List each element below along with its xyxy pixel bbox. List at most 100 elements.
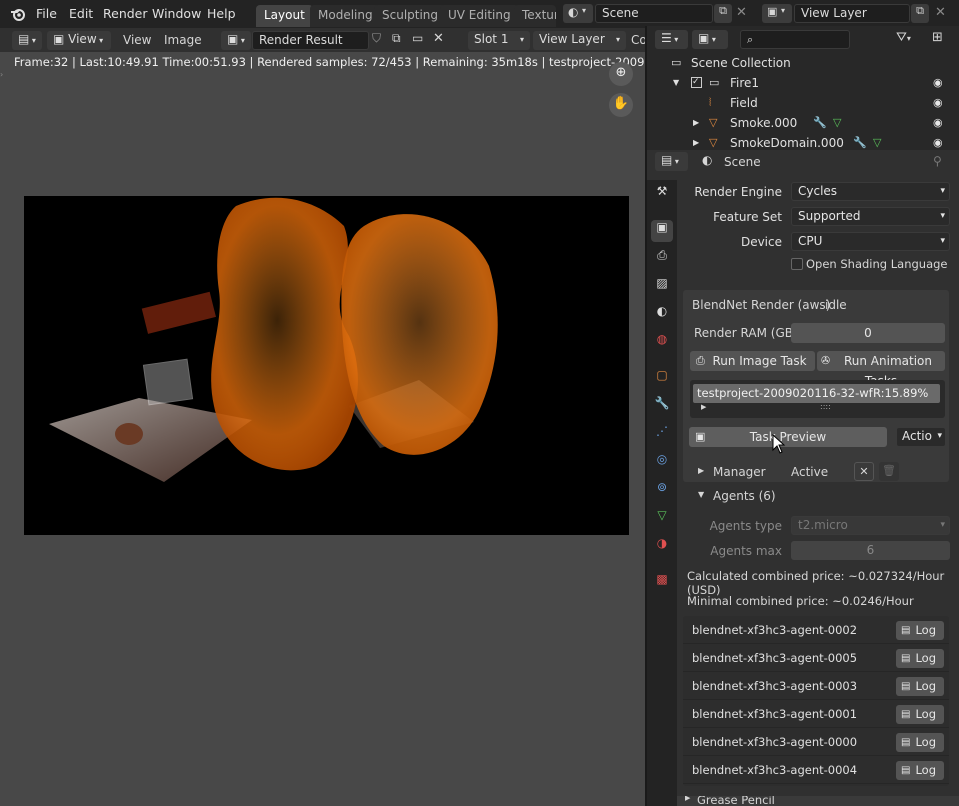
close-icon[interactable]: ✕ <box>854 462 874 481</box>
view-layer-tab-icon[interactable]: ▨ <box>651 276 673 298</box>
hand-pan-icon[interactable]: ✋ <box>609 93 633 117</box>
eye-icon[interactable]: ◉ <box>933 133 943 149</box>
render-tab-icon[interactable]: ▣ <box>651 220 673 242</box>
blender-logo-icon[interactable] <box>10 6 26 22</box>
grease-pencil-panel-header[interactable]: ▶ Grease Pencil <box>677 796 959 806</box>
menu-file[interactable]: File <box>36 6 57 21</box>
chevron-right-icon[interactable]: ▶ <box>701 403 706 411</box>
tab-layout[interactable]: Layout <box>256 5 313 27</box>
outliner-row-fire1[interactable]: ▼ ✓ ▭ Fire1 ◉ <box>647 73 959 93</box>
display-mode-dropdown[interactable]: ▣ ▾ <box>692 30 728 49</box>
slot-dropdown[interactable]: Slot 1 ▾ <box>468 31 530 50</box>
tab-modeling[interactable]: Modeling <box>310 5 381 27</box>
log-button[interactable]: ▤ Log <box>896 677 944 696</box>
log-button[interactable]: ▤ Log <box>896 649 944 668</box>
modifier-tab-icon[interactable]: 🔧 <box>651 396 673 418</box>
eye-icon[interactable]: ◉ <box>933 93 943 113</box>
outliner-row-scene-collection[interactable]: ▭ Scene Collection <box>647 53 959 73</box>
folder-icon[interactable]: ▭ <box>412 31 423 45</box>
checkbox-icon[interactable]: ✓ <box>691 77 702 88</box>
chevron-right-icon[interactable]: ▶ <box>698 466 704 475</box>
shield-icon[interactable]: ⛉ <box>372 31 388 46</box>
osl-checkbox[interactable] <box>791 258 803 270</box>
scene-tab-icon[interactable]: ◐ <box>651 304 673 326</box>
run-image-task-button[interactable]: ⎙ Run Image Task <box>690 351 815 371</box>
copy-icon[interactable]: ⧉ <box>714 4 732 23</box>
agents-max-field[interactable]: 6 <box>791 541 950 560</box>
material-tab-icon[interactable]: ◑ <box>651 536 673 558</box>
trash-icon[interactable]: 🗑 <box>879 462 899 481</box>
toolbar-expand-icon[interactable]: › <box>0 70 3 79</box>
tool-tab-icon[interactable]: ⚒ <box>651 184 673 206</box>
close-icon[interactable]: ✕ <box>736 5 747 20</box>
texture-tab-icon[interactable]: ▩ <box>651 572 673 594</box>
mesh-data-icon: ▽ <box>833 116 842 129</box>
outliner-search-input[interactable]: ⌕ <box>740 30 850 49</box>
properties-editor-type-dropdown[interactable]: ▤ ▾ <box>655 152 688 171</box>
log-button[interactable]: ▤ Log <box>896 761 944 780</box>
tab-sculpting[interactable]: Sculpting <box>374 5 447 27</box>
filter-icon[interactable]: ⛛▾ <box>896 30 911 45</box>
view-layer-name-field[interactable]: View Layer <box>794 4 910 23</box>
scene-name-field[interactable]: Scene <box>595 4 713 23</box>
resize-handle[interactable]: :::: <box>820 402 831 411</box>
tab-uv-editing[interactable]: UV Editing <box>440 5 519 27</box>
outliner-editor-type-dropdown[interactable]: ☰ ▾ <box>655 30 688 49</box>
feature-set-dropdown[interactable]: Supported ▾ <box>791 207 950 226</box>
list-item[interactable]: blendnet-xf3hc3-agent-0002 ▤ Log <box>683 617 949 644</box>
copy-icon[interactable]: ⧉ <box>392 31 401 46</box>
render-engine-dropdown[interactable]: Cycles ▾ <box>791 182 950 201</box>
object-tab-icon[interactable]: ▢ <box>651 368 673 390</box>
device-dropdown[interactable]: CPU ▾ <box>791 232 950 251</box>
render-ram-field[interactable]: 0 <box>791 323 945 343</box>
task-list-item[interactable]: testproject-2009020116-32-wf R:15.89% <box>693 384 940 403</box>
editor-type-dropdown[interactable]: ▤ ▾ <box>12 31 42 50</box>
close-icon[interactable]: ✕ <box>935 5 946 20</box>
list-item[interactable]: blendnet-xf3hc3-agent-0000 ▤ Log <box>683 729 949 756</box>
outliner-row-smokedomain[interactable]: ▶ ▽ SmokeDomain.000 🔧 ▽ ◉ <box>647 133 959 149</box>
properties-header <box>647 150 959 174</box>
list-item[interactable]: blendnet-xf3hc3-agent-0005 ▤ Log <box>683 645 949 672</box>
pin-icon[interactable]: ⚲ <box>933 154 942 168</box>
list-item[interactable]: blendnet-xf3hc3-agent-0001 ▤ Log <box>683 701 949 728</box>
menu-image[interactable]: Image <box>164 33 202 47</box>
menu-render[interactable]: Render <box>103 6 148 21</box>
run-animation-tasks-button[interactable]: ✇Run Animation Tasks <box>817 351 945 388</box>
image-name-field[interactable]: Render Result <box>252 31 369 50</box>
zoom-icon[interactable]: ⊕ <box>609 62 633 86</box>
constraints-tab-icon[interactable]: ⊚ <box>651 480 673 502</box>
menu-view[interactable]: View <box>123 33 151 47</box>
outliner-row-smoke[interactable]: ▶ ▽ Smoke.000 🔧 ▽ ◉ <box>647 113 959 133</box>
new-collection-icon[interactable]: ⊞ <box>932 30 943 45</box>
view-mode-dropdown[interactable]: ▣ View ▾ <box>47 31 111 50</box>
render-layer-dropdown[interactable]: View Layer ▾ <box>533 31 626 50</box>
physics-tab-icon[interactable]: ◎ <box>651 452 673 474</box>
action-dropdown[interactable]: Actio ▾ <box>896 427 946 447</box>
close-icon[interactable]: ✕ <box>433 31 444 46</box>
task-preview-button[interactable]: ▣ Task Preview <box>689 427 887 447</box>
world-tab-icon[interactable]: ◍ <box>651 332 673 354</box>
menu-help[interactable]: Help <box>207 6 236 21</box>
eye-icon[interactable]: ◉ <box>933 113 943 133</box>
force-field-icon: ⦚ <box>709 96 712 109</box>
tab-texture-paint[interactable]: Texturi <box>514 5 556 27</box>
copy-icon[interactable]: ⧉ <box>911 4 929 23</box>
view-layer-browse-button[interactable]: ▣ ▾ <box>762 4 792 23</box>
data-tab-icon[interactable]: ▽ <box>651 508 673 530</box>
scene-browse-button[interactable]: ◐ ▾ <box>563 4 593 23</box>
eye-icon[interactable]: ◉ <box>933 73 943 93</box>
log-button[interactable]: ▤ Log <box>896 733 944 752</box>
particles-tab-icon[interactable]: ⋰ <box>651 424 673 446</box>
pass-dropdown[interactable]: Co <box>631 33 645 47</box>
list-item[interactable]: blendnet-xf3hc3-agent-0004 ▤ Log <box>683 757 949 784</box>
image-browse-button[interactable]: ▣ ▾ <box>221 31 251 50</box>
list-item[interactable]: blendnet-xf3hc3-agent-0003 ▤ Log <box>683 673 949 700</box>
output-tab-icon[interactable]: ⎙ <box>651 248 673 270</box>
outliner-row-field[interactable]: ⦚ Field ◉ <box>647 93 959 113</box>
menu-window[interactable]: Window <box>152 6 201 21</box>
log-button[interactable]: ▤ Log <box>896 705 944 724</box>
chevron-down-icon[interactable]: ▼ <box>698 490 704 499</box>
log-button[interactable]: ▤ Log <box>896 621 944 640</box>
agents-type-dropdown[interactable]: t2.micro ▾ <box>791 516 950 535</box>
menu-edit[interactable]: Edit <box>69 6 93 21</box>
